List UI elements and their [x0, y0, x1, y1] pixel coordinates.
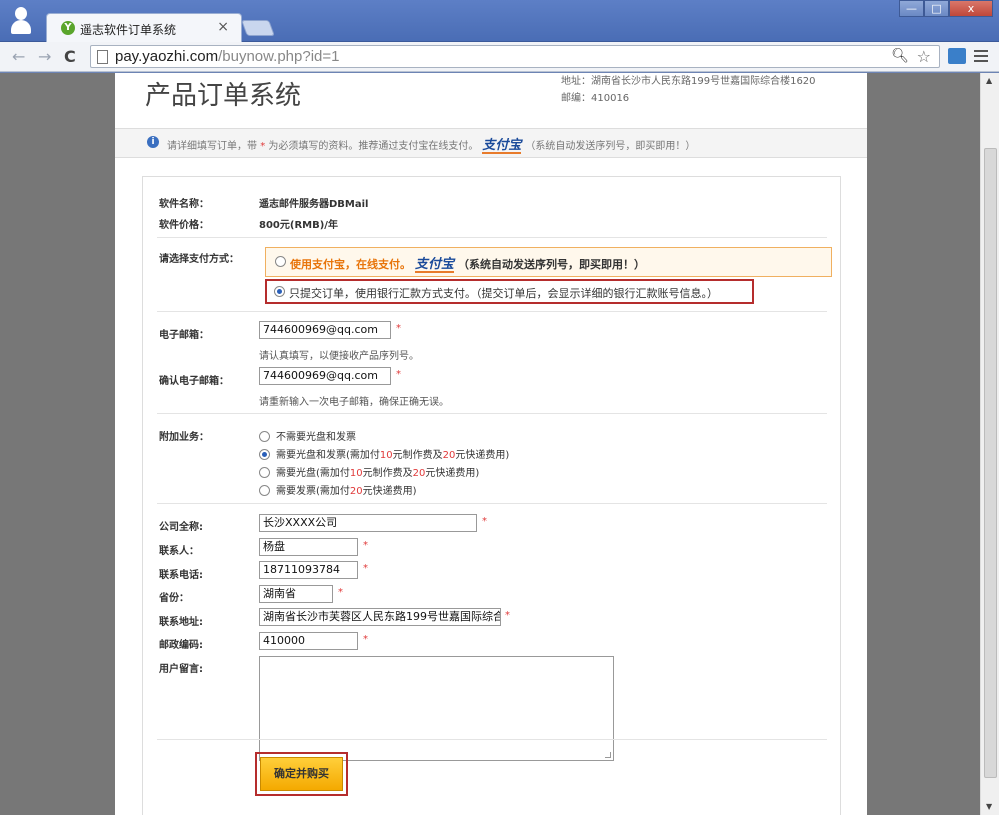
order-form: 软件名称： 遥志邮件服务器DBMail 软件价格： 800元(RMB)/年 请选…: [142, 176, 841, 815]
software-price-value: 800元(RMB)/年: [259, 220, 338, 231]
addon-option-cd-invoice[interactable]: 需要光盘和发票(需加付10元制作费及20元快递费用): [259, 446, 509, 461]
confirm-email-label: 确认电子邮箱：: [159, 376, 229, 387]
page-title: 产品订单系统: [145, 81, 302, 111]
required-star: *: [363, 563, 368, 574]
zip-field[interactable]: 410000: [259, 632, 358, 650]
close-window-button[interactable]: x: [949, 0, 993, 17]
new-tab-button[interactable]: [241, 20, 275, 36]
email-label: 电子邮箱：: [159, 330, 209, 341]
radio-addon-cd[interactable]: [259, 467, 270, 478]
payment-option-alipay[interactable]: 使用支付宝，在线支付。 支付宝 （系统自动发送序列号，即买即用！）: [265, 247, 832, 277]
confirm-email-hint: 请重新输入一次电子邮箱，确保正确无误。: [259, 397, 449, 408]
browser-tab[interactable]: Y 遥志软件订单系统 ×: [46, 13, 242, 43]
required-star: *: [363, 540, 368, 551]
radio-bank-transfer[interactable]: [274, 286, 285, 297]
zoom-icon[interactable]: 🔍︎: [891, 48, 909, 64]
contact-person-field[interactable]: 杨盘: [259, 538, 358, 556]
info-icon: i: [147, 136, 159, 148]
required-star: *: [396, 369, 401, 380]
payment-method-label: 请选择支付方式：: [159, 254, 239, 265]
page-container: 产品订单系统 地址：湖南省长沙市人民东路199号世嘉国际综合楼1620 邮编：4…: [115, 73, 867, 815]
addon-option-cd[interactable]: 需要光盘(需加付10元制作费及20元快递费用): [259, 464, 479, 479]
favicon-icon: Y: [61, 21, 75, 35]
required-star: *: [338, 587, 343, 598]
scroll-up-icon[interactable]: ▲: [986, 76, 992, 85]
page-icon: [97, 50, 108, 64]
divider: [157, 237, 827, 238]
contact-person-label: 联系人：: [159, 546, 199, 557]
forward-icon[interactable]: →: [38, 47, 51, 66]
zip-label: 邮政编码:: [159, 640, 203, 651]
message-label: 用户留言:: [159, 664, 203, 675]
payment-option-alipay-label: 使用支付宝，在线支付。 支付宝 （系统自动发送序列号，即买即用！）: [290, 257, 646, 273]
email-field[interactable]: 744600969@qq.com: [259, 321, 391, 339]
alipay-logo: 支付宝: [415, 257, 455, 273]
province-label: 省份：: [159, 593, 189, 604]
address-bar[interactable]: pay.yaozhi.com/buynow.php?id=1 🔍︎ ☆: [90, 45, 940, 68]
required-star: *: [505, 610, 510, 621]
notice-text: 请详细填写订单，带 * 为必须填写的资料。推荐通过支付宝在线支付。 支付宝 （系统自…: [167, 138, 696, 154]
tab-title: 遥志软件订单系统: [80, 23, 177, 37]
radio-alipay[interactable]: [275, 256, 286, 267]
tab-close-icon[interactable]: ×: [217, 19, 229, 35]
divider: [157, 311, 827, 312]
browser-toolbar: ← → C pay.yaozhi.com/buynow.php?id=1 🔍︎ …: [0, 42, 999, 72]
phone-field[interactable]: 18711093784: [259, 561, 358, 579]
extension-icon[interactable]: [948, 48, 966, 64]
radio-addon-none[interactable]: [259, 431, 270, 442]
required-star: *: [396, 323, 401, 334]
software-price-label: 软件价格：: [159, 220, 209, 231]
maximize-button[interactable]: □: [924, 0, 949, 17]
scroll-thumb[interactable]: [984, 148, 997, 778]
company-label: 公司全称:: [159, 522, 203, 533]
divider: [157, 413, 827, 414]
software-name-label: 软件名称：: [159, 199, 209, 210]
page-viewport: 产品订单系统 地址：湖南省长沙市人民东路199号世嘉国际综合楼1620 邮编：4…: [0, 73, 980, 815]
back-icon[interactable]: ←: [12, 47, 25, 66]
vertical-scrollbar[interactable]: ▲ ▼: [980, 73, 999, 815]
required-star: *: [363, 634, 368, 645]
profile-icon[interactable]: [8, 4, 34, 38]
required-star: *: [482, 516, 487, 527]
address-field[interactable]: 湖南省长沙市芙蓉区人民东路199号世嘉国际综合: [259, 608, 501, 626]
minimize-button[interactable]: —: [899, 0, 924, 17]
divider: [157, 503, 827, 504]
addon-label: 附加业务：: [159, 432, 209, 443]
email-hint: 请认真填写，以便接收产品序列号。: [259, 351, 419, 362]
scroll-down-icon[interactable]: ▼: [986, 802, 992, 811]
payment-option-bank-label: 只提交订单，使用银行汇款方式支付。（提交订单后，会显示详细的银行汇款账号信息。）: [289, 287, 718, 300]
company-field[interactable]: 长沙XXXX公司: [259, 514, 477, 532]
payment-option-bank[interactable]: 只提交订单，使用银行汇款方式支付。（提交订单后，会显示详细的银行汇款账号信息。）: [265, 279, 754, 304]
browser-titlebar: Y 遥志软件订单系统 × — □ x: [0, 0, 999, 43]
postcode-text: 邮编：410016: [561, 93, 630, 104]
province-field[interactable]: 湖南省: [259, 585, 333, 603]
message-textarea[interactable]: [259, 656, 614, 761]
notice-bar: i 请详细填写订单，带 * 为必须填写的资料。推荐通过支付宝在线支付。 支付宝 （系…: [115, 128, 867, 158]
radio-addon-invoice[interactable]: [259, 485, 270, 496]
bookmark-star-icon[interactable]: ☆: [917, 47, 931, 66]
alipay-logo: 支付宝: [482, 138, 522, 154]
submit-button[interactable]: 确定并购买: [260, 757, 343, 791]
menu-icon[interactable]: [974, 48, 988, 64]
phone-label: 联系电话:: [159, 570, 203, 581]
radio-addon-cd-invoice[interactable]: [259, 449, 270, 460]
confirm-email-field[interactable]: 744600969@qq.com: [259, 367, 391, 385]
addon-option-none[interactable]: 不需要光盘和发票: [259, 428, 356, 443]
software-name-value: 遥志邮件服务器DBMail: [259, 199, 369, 210]
address-label: 联系地址:: [159, 617, 203, 628]
addon-option-invoice[interactable]: 需要发票(需加付20元快递费用): [259, 482, 417, 497]
reload-icon[interactable]: C: [64, 47, 76, 66]
header-address: 地址：湖南省长沙市人民东路199号世嘉国际综合楼1620 邮编：410016: [561, 73, 816, 107]
resize-grip-icon[interactable]: [605, 752, 611, 758]
submit-highlight: 确定并购买: [255, 752, 348, 796]
address-text: 地址：湖南省长沙市人民东路199号世嘉国际综合楼1620: [561, 76, 816, 87]
url-text[interactable]: pay.yaozhi.com/buynow.php?id=1: [115, 48, 339, 65]
divider: [157, 739, 827, 740]
